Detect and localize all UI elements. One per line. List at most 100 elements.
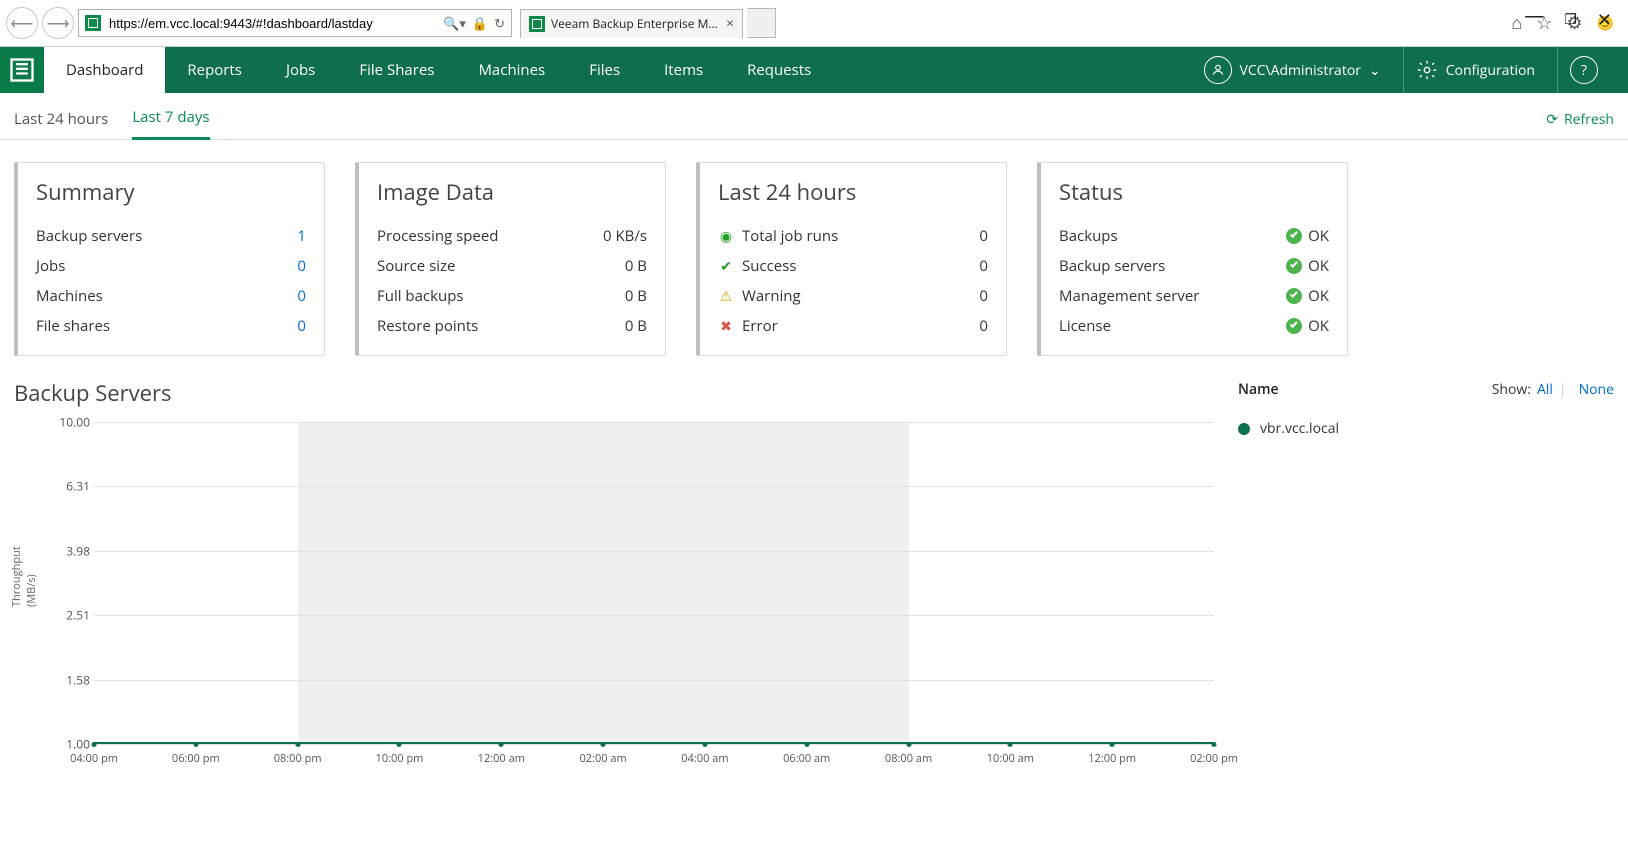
legend-item[interactable]: vbr.vcc.local	[1238, 419, 1614, 438]
row-value[interactable]: 0	[297, 316, 306, 336]
nav-machines[interactable]: Machines	[456, 47, 567, 93]
user-label: VCC\Administrator	[1240, 61, 1361, 80]
help-button[interactable]: ?	[1557, 47, 1610, 93]
card-title: Status	[1059, 177, 1329, 207]
row-label: File shares	[36, 316, 110, 336]
row-value: OK	[1308, 226, 1329, 246]
ok-icon	[1286, 228, 1302, 244]
nav-dashboard[interactable]: Dashboard	[44, 47, 165, 93]
home-icon[interactable]: ⌂	[1511, 11, 1522, 35]
row-label: Jobs	[36, 256, 65, 276]
ok-icon	[1286, 258, 1302, 274]
legend-show-none[interactable]: None	[1579, 380, 1614, 399]
legend-color-dot	[1238, 423, 1250, 435]
site-icon	[85, 15, 101, 31]
warning-icon: ⚠	[718, 287, 734, 306]
user-menu[interactable]: VCC\Administrator ⌄	[1192, 47, 1393, 93]
y-tick: 1.58	[46, 672, 90, 689]
address-bar[interactable]: 🔍▾ 🔒 ↻	[78, 9, 512, 37]
row-label: Backup servers	[36, 226, 142, 246]
lock-icon: 🔒	[472, 14, 488, 32]
forward-button[interactable]: ⟶	[42, 7, 74, 39]
row-label: Warning	[742, 286, 801, 306]
refresh-label: Refresh	[1564, 110, 1614, 129]
tab-last-7-days[interactable]: Last 7 days	[132, 107, 209, 140]
y-tick: 3.98	[46, 542, 90, 559]
browser-chrome: ⟵ ⟶ 🔍▾ 🔒 ↻ Veeam Backup Enterprise M... …	[0, 0, 1628, 47]
row-value: 0	[979, 256, 988, 276]
minimize-icon[interactable]: —	[1524, 1, 1544, 28]
x-tick: 10:00 am	[987, 751, 1034, 766]
close-icon[interactable]: ✕	[1597, 8, 1612, 32]
x-tick: 12:00 am	[478, 751, 525, 766]
card-status: Status BackupsOK Backup serversOK Manage…	[1037, 162, 1348, 356]
legend-name-header: Name	[1238, 380, 1279, 399]
browser-tab[interactable]: Veeam Backup Enterprise M... ×	[520, 9, 743, 38]
y-axis-label: Throughput (MB/s)	[9, 587, 39, 607]
nav-files[interactable]: Files	[567, 47, 642, 93]
row-label: Processing speed	[377, 226, 498, 246]
row-label: Full backups	[377, 286, 464, 306]
success-icon: ✔	[718, 257, 734, 276]
throughput-chart: Throughput (MB/s) 1.001.582.513.986.3110…	[14, 422, 1214, 772]
row-label[interactable]: Backup servers	[1059, 256, 1165, 276]
y-tick: 2.51	[46, 607, 90, 624]
app-logo[interactable]	[0, 47, 44, 93]
row-value: 0 B	[625, 316, 647, 336]
gear-icon	[1416, 59, 1438, 81]
row-value: 0 B	[625, 256, 647, 276]
window-controls: — ❐ ✕	[1524, 6, 1612, 33]
row-label: License	[1059, 316, 1111, 336]
nav-requests[interactable]: Requests	[725, 47, 833, 93]
play-icon: ◉	[718, 227, 734, 246]
search-icon[interactable]: 🔍▾	[443, 14, 466, 32]
error-icon: ✖	[718, 317, 734, 336]
row-label: Source size	[377, 256, 455, 276]
legend-show-all[interactable]: All	[1537, 380, 1553, 399]
reload-icon[interactable]: ↻	[494, 14, 505, 32]
nav-reports[interactable]: Reports	[165, 47, 264, 93]
logo-icon	[8, 56, 36, 84]
row-value: 0 KB/s	[603, 226, 647, 246]
user-icon	[1204, 56, 1232, 84]
maximize-icon[interactable]: ❐	[1564, 10, 1577, 29]
card-title: Summary	[36, 177, 306, 207]
row-label: Total job runs	[742, 226, 838, 246]
configuration-link[interactable]: Configuration	[1403, 47, 1547, 93]
tab-close-icon[interactable]: ×	[726, 14, 734, 33]
nav-file-shares[interactable]: File Shares	[337, 47, 456, 93]
row-value[interactable]: 0	[297, 256, 306, 276]
series-line	[94, 742, 1214, 744]
row-label: Machines	[36, 286, 103, 306]
refresh-icon: ⟳	[1546, 110, 1558, 129]
row-value[interactable]: 0	[297, 286, 306, 306]
row-value: OK	[1308, 286, 1329, 306]
refresh-button[interactable]: ⟳ Refresh	[1546, 110, 1614, 139]
site-icon	[529, 16, 545, 32]
y-tick: 10.00	[46, 414, 90, 431]
legend-header: Name Show: All | None	[1238, 380, 1614, 399]
nav-items[interactable]: Items	[642, 47, 725, 93]
x-tick: 02:00 am	[579, 751, 626, 766]
row-label: Error	[742, 316, 778, 336]
legend-column: Name Show: All | None vbr.vcc.local	[1238, 376, 1614, 772]
x-tick: 08:00 am	[885, 751, 932, 766]
card-image-data: Image Data Processing speed0 KB/s Source…	[355, 162, 666, 356]
tab-last-24-hours[interactable]: Last 24 hours	[14, 109, 108, 139]
card-title: Last 24 hours	[718, 177, 988, 207]
row-label: Backups	[1059, 226, 1118, 246]
chevron-down-icon: ⌄	[1369, 61, 1381, 80]
nav-jobs[interactable]: Jobs	[264, 47, 337, 93]
ok-icon	[1286, 318, 1302, 334]
x-tick: 12:00 pm	[1088, 751, 1136, 766]
row-value[interactable]: 1	[297, 226, 306, 246]
summary-cards: Summary Backup servers 1 Jobs 0 Machines 0 …	[0, 140, 1628, 366]
url-input[interactable]	[107, 15, 437, 32]
back-button[interactable]: ⟵	[6, 7, 38, 39]
new-tab-button[interactable]	[747, 8, 776, 38]
x-tick: 10:00 pm	[376, 751, 424, 766]
chart-section: Backup Servers Throughput (MB/s) 1.001.5…	[0, 366, 1628, 792]
configuration-label: Configuration	[1446, 61, 1535, 80]
chart-title: Backup Servers	[14, 378, 1214, 408]
x-tick: 08:00 pm	[274, 751, 322, 766]
